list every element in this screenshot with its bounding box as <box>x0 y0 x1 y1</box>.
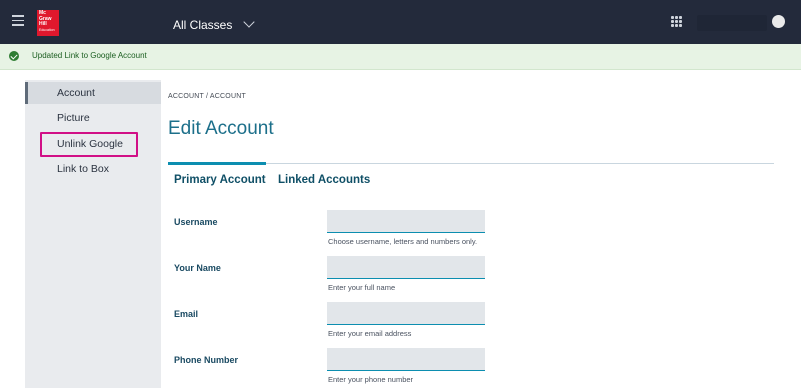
phone-number-hint: Enter your phone number <box>328 375 413 384</box>
top-bar: Mc Graw Hill Education All Classes <box>0 0 801 44</box>
class-selector-label: All Classes <box>173 18 232 32</box>
breadcrumb: ACCOUNT / ACCOUNT <box>168 93 246 100</box>
sidebar-item-label: Account <box>57 87 95 99</box>
email-hint: Enter your email address <box>328 329 411 338</box>
phone-number-field[interactable] <box>327 348 485 371</box>
apps-grid-icon[interactable] <box>671 16 682 27</box>
sidebar: Account Picture Unlink Google Link to Bo… <box>25 80 161 388</box>
email-field[interactable] <box>327 302 485 325</box>
avatar[interactable] <box>772 15 785 28</box>
your-name-field[interactable] <box>327 256 485 279</box>
your-name-hint: Enter your full name <box>328 283 395 292</box>
mcgraw-hill-logo[interactable]: Mc Graw Hill Education <box>37 10 59 36</box>
sidebar-item-label: Unlink Google <box>57 138 123 150</box>
success-alert: Updated Link to Google Account <box>0 44 801 70</box>
alert-message: Updated Link to Google Account <box>32 51 147 60</box>
menu-icon[interactable] <box>12 15 24 27</box>
main-content: ACCOUNT / ACCOUNT Edit Account Primary A… <box>168 80 778 388</box>
class-selector[interactable]: All Classes <box>173 18 253 32</box>
check-circle-icon <box>9 51 19 61</box>
username-hint: Choose username, letters and numbers onl… <box>328 237 477 246</box>
tab-linked-accounts[interactable]: Linked Accounts <box>278 174 370 186</box>
sidebar-item-link-to-box[interactable]: Link to Box <box>25 158 161 180</box>
email-label: Email <box>174 309 198 319</box>
chevron-down-icon <box>243 16 254 27</box>
user-name-redacted <box>697 15 767 31</box>
phone-number-label: Phone Number <box>174 355 238 365</box>
tab-primary-account[interactable]: Primary Account <box>174 174 266 186</box>
sidebar-item-unlink-google[interactable]: Unlink Google <box>25 133 161 155</box>
username-field[interactable] <box>327 210 485 233</box>
sidebar-item-picture[interactable]: Picture <box>25 107 161 129</box>
sidebar-item-label: Picture <box>57 112 90 124</box>
page-title: Edit Account <box>168 118 274 140</box>
username-label: Username <box>174 217 218 227</box>
active-tab-indicator <box>168 162 266 165</box>
sidebar-item-account[interactable]: Account <box>25 82 161 104</box>
your-name-label: Your Name <box>174 263 221 273</box>
sidebar-item-label: Link to Box <box>57 163 109 175</box>
